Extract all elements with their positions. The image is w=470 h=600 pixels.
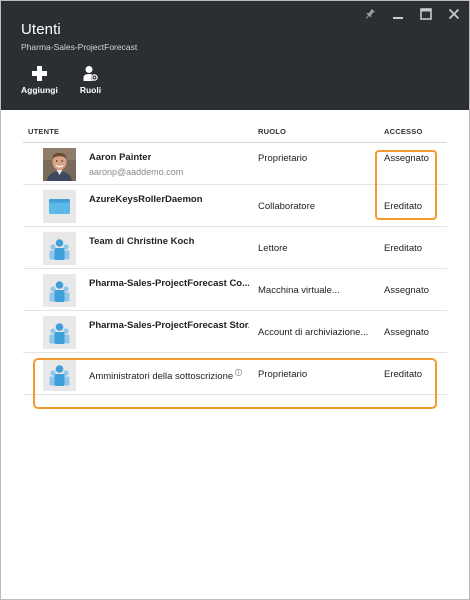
user-name-text: Amministratori della sottoscrizione [89,371,234,382]
table-row[interactable]: Pharma-Sales-ProjectForecast Co... Macch… [23,269,447,311]
group-icon [43,232,76,265]
roles-button-label: Ruoli [79,85,102,95]
group-icon [43,316,76,349]
roles-icon [83,66,99,82]
user-access: Ereditato [384,243,423,254]
application-icon [43,190,76,223]
user-role: Collaboratore [258,201,316,212]
blade-subtitle: Pharma-Sales-ProjectForecast [21,42,138,52]
maximize-icon[interactable] [419,7,433,21]
user-name: Pharma-Sales-ProjectForecast Co... [89,278,249,289]
user-role: Proprietario [258,153,308,164]
user-access: Ereditato [384,201,423,212]
table-row[interactable]: Pharma-Sales-ProjectForecast Stor... Acc… [23,311,447,353]
user-access: Ereditato [384,369,423,380]
table-header: UTENTE RUOLO ACCESSO [23,118,447,143]
command-bar: Aggiungi Ruoli [21,65,101,95]
plus-icon [31,66,47,81]
user-role: Account di archiviazione... [258,327,369,338]
column-header-user[interactable]: UTENTE [28,127,59,136]
info-icon[interactable] [235,369,243,376]
user-email: aaronp@aaddemo.com [89,167,184,177]
table-row[interactable]: AzureKeysRollerDaemon Collaboratore Ered… [23,185,447,227]
window-controls [363,5,461,23]
group-icon [43,274,76,307]
column-header-access[interactable]: ACCESSO [384,127,423,136]
user-name: Team di Christine Koch [89,236,195,247]
table-row[interactable]: Aaron Painter aaronp@aaddemo.com Proprie… [23,143,447,185]
add-button[interactable]: Aggiungi [21,65,58,95]
users-blade: Utenti Pharma-Sales-ProjectForecast Aggi… [0,0,470,600]
table-row[interactable]: Amministratori della sottoscrizione Prop… [23,353,447,395]
users-table: UTENTE RUOLO ACCESSO Aaron Painter aaron [23,118,447,395]
user-name: Amministratori della sottoscrizione [89,369,243,382]
user-name: AzureKeysRollerDaemon [89,194,203,205]
table-row[interactable]: Team di Christine Koch Lettore Ereditato [23,227,447,269]
user-name: Pharma-Sales-ProjectForecast Stor... [89,320,249,331]
user-access: Assegnato [384,285,429,296]
blade-header: Utenti Pharma-Sales-ProjectForecast Aggi… [1,1,469,110]
close-icon[interactable] [447,7,461,21]
roles-button[interactable]: Ruoli [80,65,101,95]
column-header-role[interactable]: RUOLO [258,127,286,136]
pin-icon[interactable] [363,7,377,21]
user-role: Lettore [258,243,288,254]
user-role: Macchina virtuale... [258,285,340,296]
user-access: Assegnato [384,153,429,164]
user-role: Proprietario [258,369,308,380]
blade-title: Utenti [21,21,61,38]
minimize-icon[interactable] [391,7,405,21]
user-photo [43,148,76,181]
user-name: Aaron Painter [89,152,152,163]
add-button-label: Aggiungi [21,85,58,95]
group-icon [43,358,76,391]
user-access: Assegnato [384,327,429,338]
